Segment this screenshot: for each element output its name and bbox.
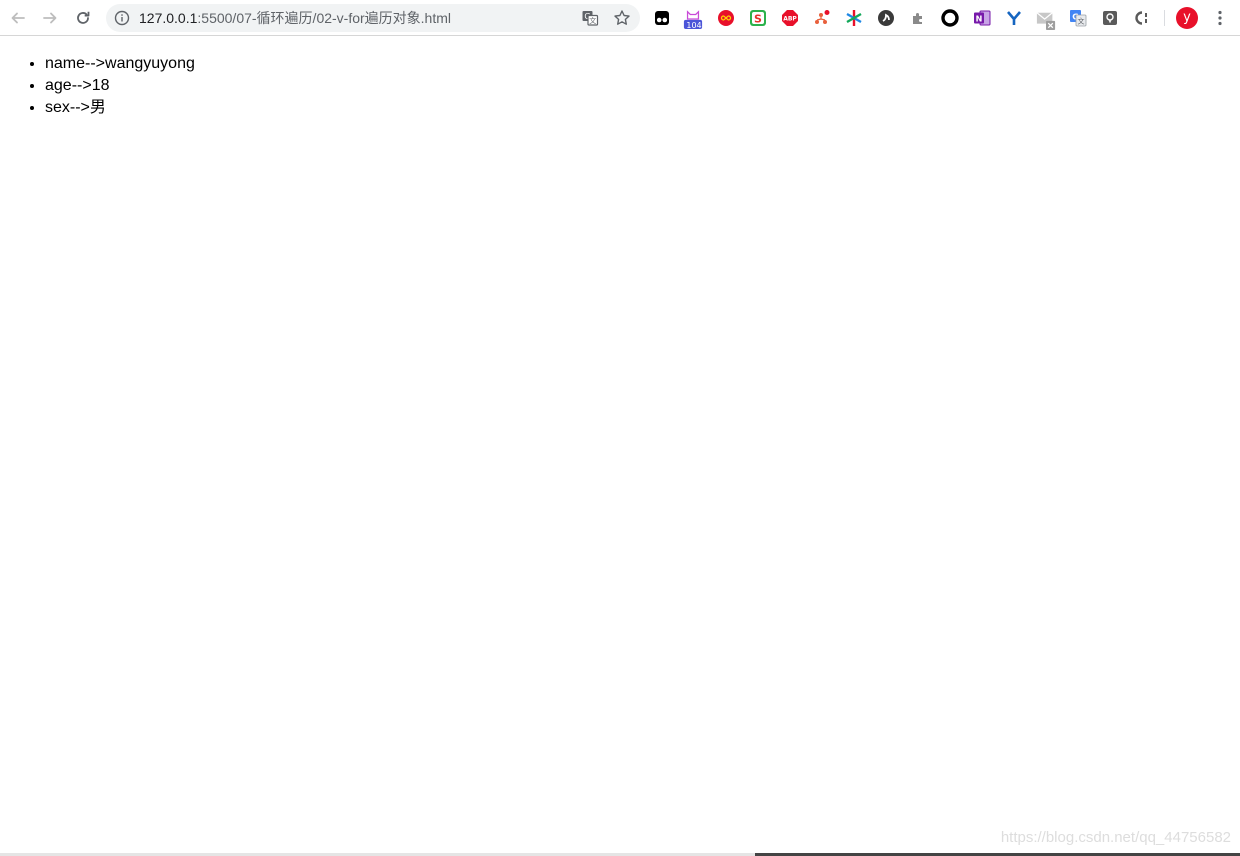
url-path: :5500/07-循环遍历/02-v-for遍历对象.html (197, 10, 452, 26)
onenote-icon[interactable]: N (972, 8, 992, 28)
url-text[interactable]: 127.0.0.1:5500/07-循环遍历/02-v-for遍历对象.html (139, 10, 451, 26)
profile-avatar[interactable]: y (1176, 7, 1198, 29)
forward-arrow-icon (43, 12, 57, 24)
back-arrow-icon (11, 12, 25, 24)
browser-toolbar: 127.0.0.1:5500/07-循环遍历/02-v-for遍历对象.html… (0, 0, 1240, 36)
adblock-plus-icon[interactable]: ABP (780, 8, 800, 28)
circle-dark-icon[interactable] (876, 8, 896, 28)
translate-page-icon[interactable]: G 文 (580, 8, 600, 28)
list-item: name-->wangyuyong (45, 53, 1240, 75)
mail-disabled-icon[interactable] (1036, 9, 1056, 31)
badge-104-icon[interactable]: 104 (683, 7, 703, 31)
svg-text:S: S (754, 12, 762, 25)
svg-text:文: 文 (1078, 17, 1085, 26)
ring-icon[interactable] (940, 8, 960, 28)
object-list: name-->wangyuyong age-->18 sex-->男 (0, 53, 1240, 119)
bookmark-star-icon[interactable] (612, 8, 632, 28)
s-extension-icon[interactable]: S (748, 8, 768, 28)
y-extension-icon[interactable] (1004, 8, 1024, 28)
address-bar[interactable]: 127.0.0.1:5500/07-循环遍历/02-v-for遍历对象.html… (106, 4, 640, 32)
svg-text:文: 文 (589, 16, 596, 25)
tampermonkey-icon[interactable] (652, 8, 672, 28)
site-info-icon[interactable] (114, 10, 130, 26)
url-host: 127.0.0.1 (139, 10, 198, 26)
back-button[interactable] (4, 4, 32, 32)
infinity-icon[interactable] (716, 8, 736, 28)
tree-extension-icon[interactable] (812, 8, 832, 28)
toolbar-divider (1164, 10, 1165, 26)
kebab-menu-icon (1218, 10, 1222, 26)
page-content: name-->wangyuyong age-->18 sex-->男 (0, 37, 1240, 854)
watermark: https://blog.csdn.net/qq_44756582 (1000, 829, 1231, 846)
puzzle-gray-icon[interactable] (908, 8, 928, 28)
list-item: sex-->男 (45, 97, 1240, 119)
extension-badge-count: 104 (686, 21, 702, 30)
svg-text:ABP: ABP (783, 16, 797, 23)
google-translate-icon[interactable]: G文 (1068, 8, 1088, 28)
reload-button[interactable] (69, 4, 97, 32)
forward-button[interactable] (36, 4, 64, 32)
color-star-icon[interactable] (844, 8, 864, 28)
c-bracket-icon[interactable] (1132, 8, 1152, 28)
reload-icon (77, 11, 90, 24)
list-item: age-->18 (45, 75, 1240, 97)
svg-text:N: N (976, 14, 983, 23)
browser-menu-button[interactable] (1210, 8, 1230, 28)
lock-box-icon[interactable] (1100, 8, 1120, 28)
